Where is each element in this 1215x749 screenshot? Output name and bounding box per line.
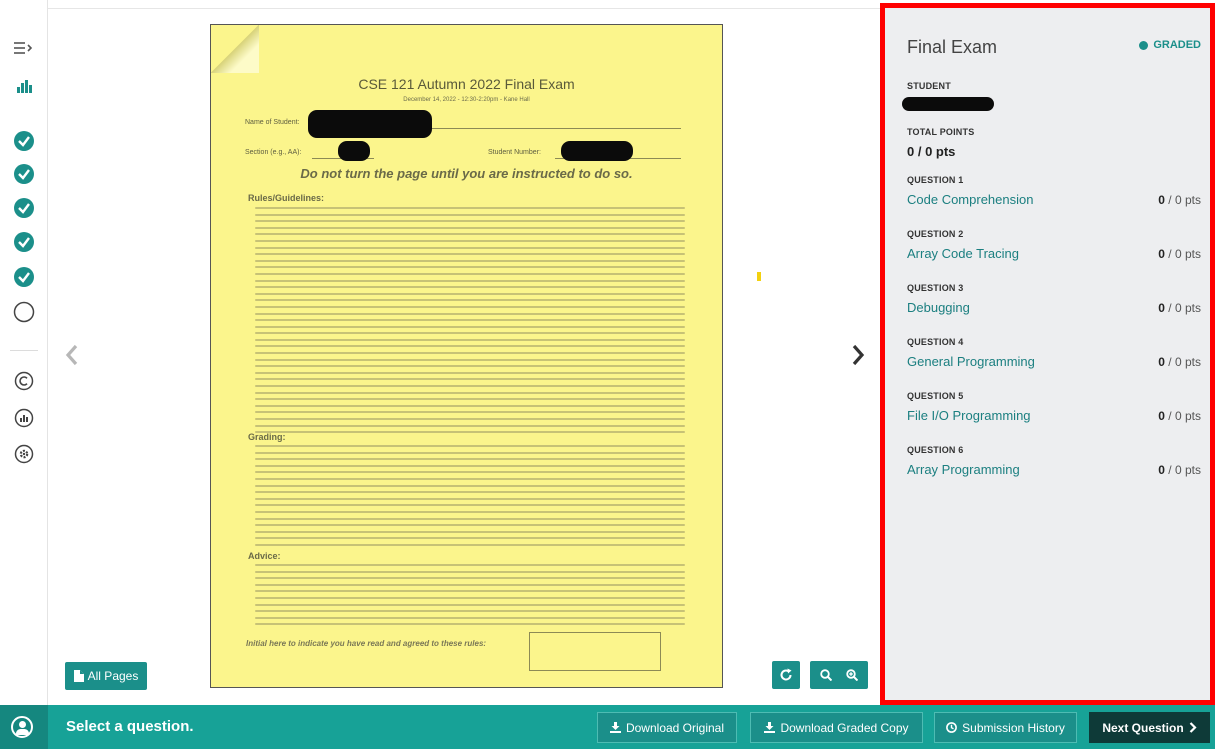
rules-text-block (255, 207, 685, 438)
question-link[interactable]: File I/O Programming (907, 408, 1031, 423)
rotate-icon (780, 668, 792, 681)
advice-text-block (255, 564, 685, 630)
app-root: CSE 121 Autumn 2022 Final Exam December … (0, 0, 1215, 749)
question-score-value: 0 (1158, 355, 1165, 369)
zoom-in-icon[interactable] (846, 669, 858, 681)
total-points-value: 0 / 0 pts (907, 144, 956, 159)
bottom-action-bar: Select a question. Download Original Dow… (0, 705, 1215, 749)
question-caption: QUESTION 5 (907, 391, 964, 401)
question-score: 0 / 0 pts (1158, 463, 1201, 477)
exam-title: CSE 121 Autumn 2022 Final Exam (358, 76, 575, 92)
rotate-button[interactable] (772, 661, 800, 689)
download-graded-label: Download Graded Copy (780, 720, 909, 735)
menu-expand-icon[interactable] (12, 36, 36, 60)
submission-history-label: Submission History (962, 720, 1065, 735)
question-score-value: 0 (1158, 409, 1165, 423)
question-link[interactable]: General Programming (907, 354, 1035, 369)
initial-prompt: Initial here to indicate you have read a… (246, 639, 487, 648)
question-caption: QUESTION 6 (907, 445, 964, 455)
prev-page-chevron-left-icon[interactable] (64, 342, 80, 373)
question-score-value: 0 (1158, 301, 1165, 315)
submission-history-button[interactable]: Submission History (934, 712, 1077, 743)
download-icon (609, 722, 621, 733)
question-score-max: / 0 pts (1164, 193, 1201, 207)
student-name-label: Name of Student: (245, 119, 300, 126)
all-pages-button[interactable]: All Pages (65, 662, 147, 690)
question-caption: QUESTION 4 (907, 337, 964, 347)
rail-divider (10, 350, 38, 351)
redaction-bar (308, 110, 432, 138)
zoom-controls (810, 661, 868, 689)
question-score-max: / 0 pts (1164, 301, 1201, 315)
rules-heading: Rules/Guidelines: (248, 193, 325, 203)
clock-icon (946, 722, 958, 733)
question-status-check-icon[interactable] (12, 162, 36, 186)
assignment-title: Final Exam (907, 37, 998, 57)
download-original-label: Download Original (625, 720, 725, 735)
status-label: GRADED (1153, 39, 1201, 51)
initial-box (529, 632, 661, 671)
question-score-max: / 0 pts (1164, 355, 1201, 369)
question-score: 0 / 0 pts (1158, 247, 1201, 261)
next-question-label: Next Question (1102, 720, 1184, 735)
bar-chart-icon[interactable] (12, 74, 36, 98)
grading-heading: Grading: (248, 432, 286, 442)
question-link[interactable]: Array Programming (907, 462, 1020, 477)
download-original-button[interactable]: Download Original (597, 712, 737, 743)
question-score-max: / 0 pts (1164, 463, 1201, 477)
settings-icon[interactable] (12, 442, 36, 466)
advice-heading: Advice: (248, 551, 281, 561)
copyright-icon[interactable] (12, 369, 36, 393)
question-link[interactable]: Array Code Tracing (907, 246, 1019, 261)
download-icon (764, 722, 776, 733)
question-link[interactable]: Code Comprehension (907, 192, 1033, 207)
question-score: 0 / 0 pts (1158, 193, 1201, 207)
question-score: 0 / 0 pts (1158, 409, 1201, 423)
question-score-value: 0 (1158, 463, 1165, 477)
chevron-right-icon (1189, 722, 1197, 733)
redaction-bar (338, 141, 370, 161)
all-pages-label: All Pages (87, 669, 139, 683)
question-status-check-icon[interactable] (12, 196, 36, 220)
download-graded-copy-button[interactable]: Download Graded Copy (750, 712, 923, 743)
zoom-out-icon[interactable] (820, 669, 832, 681)
exam-warning: Do not turn the page until you are instr… (300, 166, 633, 181)
section-label: Section (e.g., AA): (245, 149, 302, 156)
scanned-exam-page: CSE 121 Autumn 2022 Final Exam December … (210, 24, 723, 688)
question-caption: QUESTION 2 (907, 229, 964, 239)
left-rail (0, 0, 48, 705)
question-status-check-icon[interactable] (12, 265, 36, 289)
question-caption: QUESTION 3 (907, 283, 964, 293)
page-fold-corner (211, 25, 259, 73)
question-score-value: 0 (1158, 247, 1165, 261)
scroll-marker (757, 272, 761, 281)
status-badge: GRADED (1139, 39, 1201, 51)
document-viewer: CSE 121 Autumn 2022 Final Exam December … (48, 8, 880, 705)
exam-subtitle: December 14, 2022 - 12:30-2:20pm - Kane … (403, 97, 530, 103)
student-name-redacted (902, 97, 994, 111)
redaction-bar (561, 141, 633, 161)
next-page-chevron-right-icon[interactable] (850, 342, 866, 373)
question-score-value: 0 (1158, 193, 1165, 207)
student-caption: STUDENT (907, 81, 951, 91)
status-dot-icon (1139, 40, 1149, 50)
next-question-button[interactable]: Next Question (1089, 712, 1210, 743)
question-status-check-icon[interactable] (12, 129, 36, 153)
student-number-label: Student Number: (488, 149, 541, 156)
question-score-max: / 0 pts (1164, 247, 1201, 261)
total-points-caption: TOTAL POINTS (907, 127, 975, 137)
select-question-prompt: Select a question. (66, 718, 194, 735)
document-icon (73, 670, 84, 682)
question-score: 0 / 0 pts (1158, 355, 1201, 369)
user-avatar-icon[interactable] (11, 716, 33, 738)
question-caption: QUESTION 1 (907, 175, 964, 185)
stats-icon[interactable] (12, 406, 36, 430)
question-status-empty-circle-icon[interactable] (12, 300, 36, 324)
grading-summary-panel: Final Exam GRADED STUDENT TOTAL POINTS 0… (880, 3, 1215, 705)
question-link[interactable]: Debugging (907, 300, 970, 315)
question-score: 0 / 0 pts (1158, 301, 1201, 315)
grading-text-block (255, 445, 685, 551)
question-status-check-icon[interactable] (12, 230, 36, 254)
question-score-max: / 0 pts (1164, 409, 1201, 423)
